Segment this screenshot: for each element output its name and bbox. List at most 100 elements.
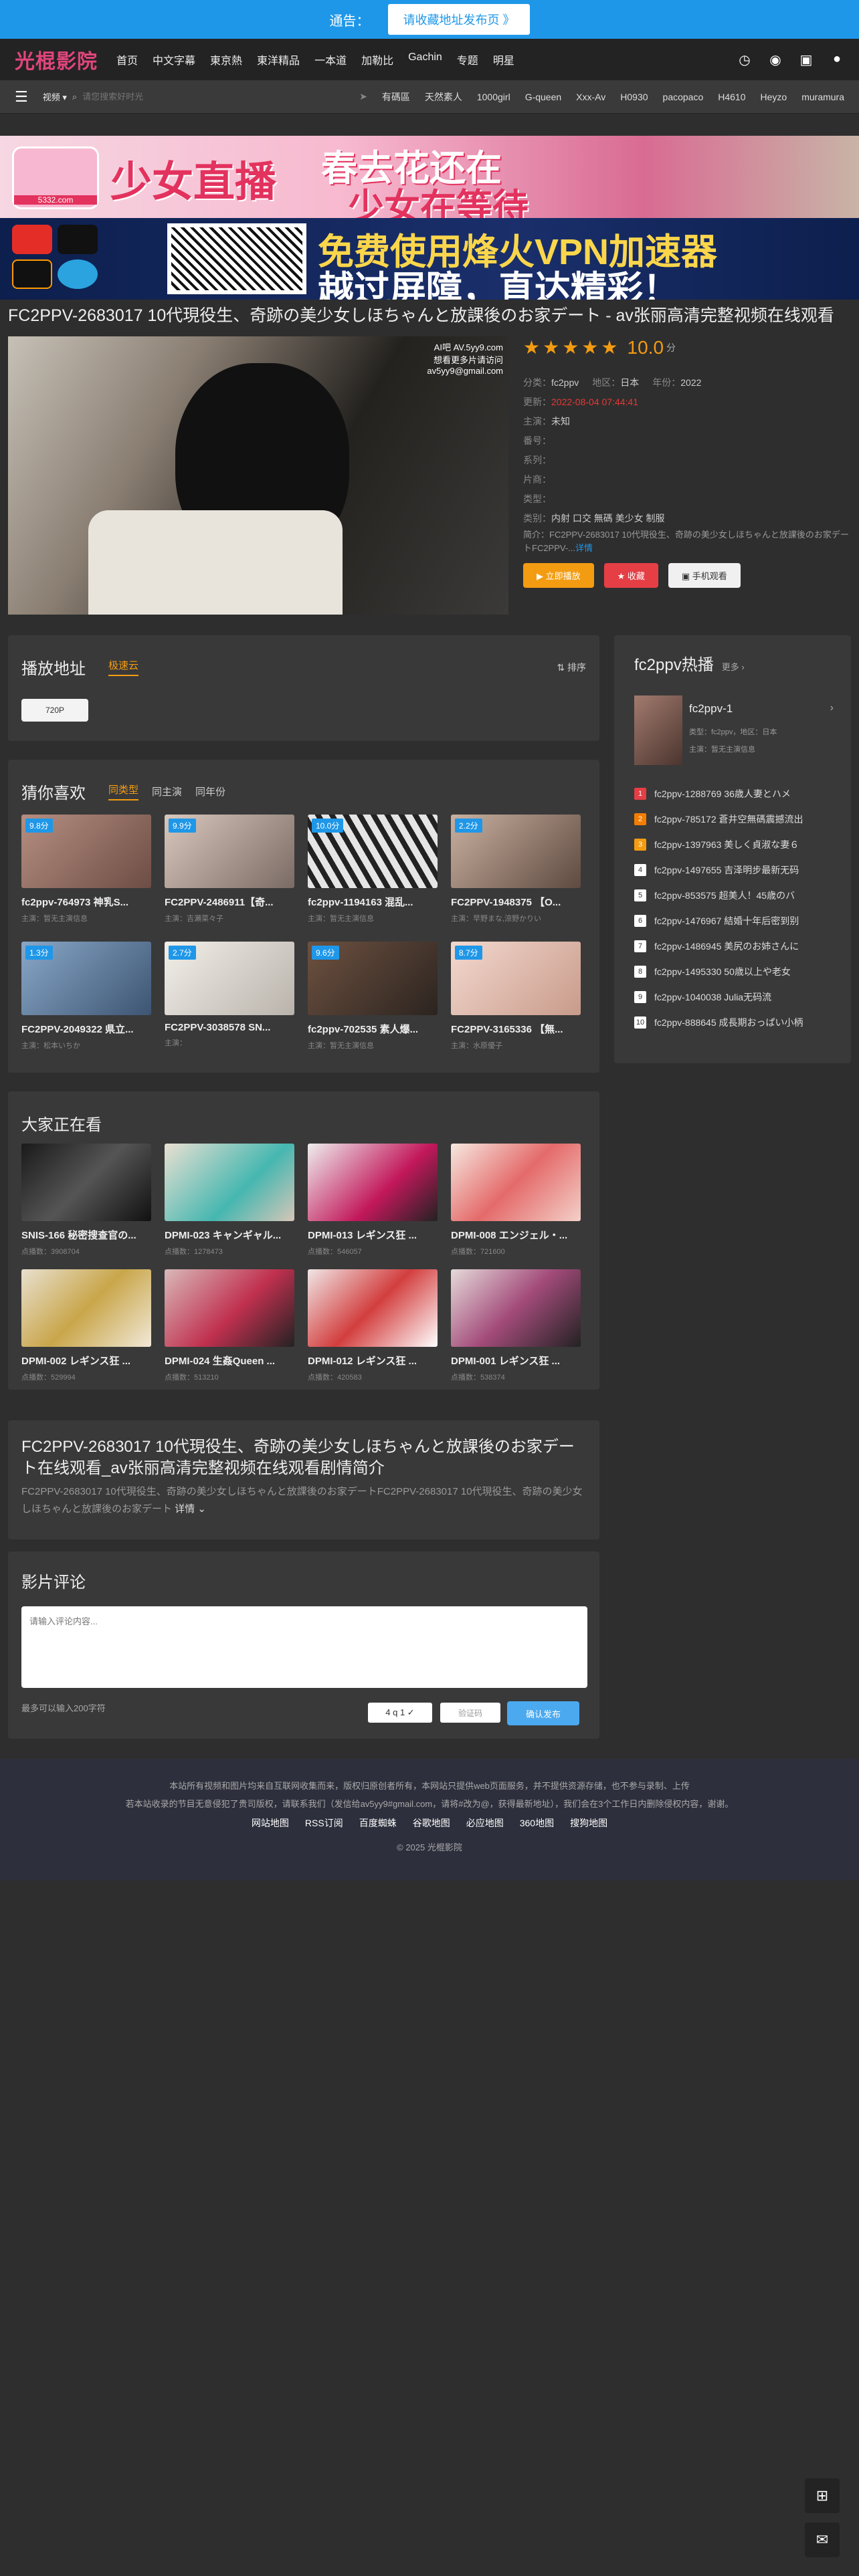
hot-link[interactable]: Xxx-Av [576,92,605,102]
nav-item[interactable]: Gachin [408,51,442,68]
nav-item[interactable]: 明星 [493,51,514,68]
video-thumb[interactable] [21,1144,151,1221]
guess-tab[interactable]: 同主演 [152,784,182,798]
nav-item[interactable]: 中文字幕 [153,51,195,68]
hot-link[interactable]: 有碼區 [382,90,410,104]
site-logo[interactable]: 光棍影院 [15,45,98,74]
chat-icon[interactable]: ✉ [805,2523,840,2557]
video-title[interactable]: FC2PPV-3038578 SN... [165,1022,294,1033]
menu-icon[interactable]: ☰ [15,88,28,106]
comment-input[interactable] [21,1606,587,1688]
nav-item[interactable]: 東京熱 [210,51,242,68]
guess-tab[interactable]: 同年份 [195,784,225,798]
more-link[interactable]: 更多 › [722,660,745,673]
video-thumb[interactable]: 10.0分 [308,815,438,888]
hot-item[interactable]: 3 fc2ppv-1397963 美しく貞淑な妻６ [634,832,835,857]
history-icon[interactable]: ◷ [737,51,752,68]
top-video-thumb[interactable] [634,695,682,765]
year-link[interactable]: 2022 [680,377,701,388]
hot-link[interactable]: Heyzo [761,92,787,102]
video-card[interactable]: 10.0分 fc2ppv-1194163 混乱... 主演：暂无主演信息 [308,815,438,924]
video-card[interactable]: 9.9分 FC2PPV-2486911【奇... 主演：吉瀬菜々子 [165,815,294,924]
footer-link[interactable]: 网站地图 [252,1816,289,1830]
video-thumb[interactable] [451,1144,581,1221]
episode-button[interactable]: 720P [21,699,89,722]
video-thumb[interactable]: 2.7分 [165,942,294,1015]
nav-item[interactable]: 专题 [457,51,478,68]
captcha-input[interactable]: 验证码 [440,1703,500,1723]
hot-link[interactable]: 1000girl [477,92,510,102]
hot-link[interactable]: G-queen [525,92,561,102]
sort-button[interactable]: ⇅ 排序 [557,661,586,674]
video-title[interactable]: FC2PPV-3165336 【無... [451,1022,581,1036]
hot-link[interactable]: pacopaco [663,92,704,102]
video-card[interactable]: DPMI-023 キャンギャル... 点播数：1278473 [165,1144,294,1257]
nav-item[interactable]: 一本道 [314,51,347,68]
video-title[interactable]: FC2PPV-2049322 県立... [21,1022,151,1036]
guess-tab[interactable]: 同类型 [108,782,139,800]
video-poster[interactable]: AI吧 AV.5yy9.com 想看更多片请访问 av5yy9@gmail.com [8,336,508,615]
video-thumb[interactable] [308,1144,438,1221]
video-title[interactable]: DPMI-001 レギンス狂 ... [451,1354,581,1368]
star-icon[interactable]: ★ [581,336,598,358]
video-card[interactable]: 1.3分 FC2PPV-2049322 県立... 主演：松本いちか [21,942,151,1051]
play-button[interactable]: ▶ 立即播放 [523,563,594,588]
video-title[interactable]: DPMI-023 キャンギャル... [165,1228,294,1242]
android-icon[interactable]: ▣ [799,51,814,68]
video-thumb[interactable]: 9.9分 [165,815,294,888]
video-card[interactable]: 2.2分 FC2PPV-1948375 【O... 主演：早野まな,涼野かりい [451,815,581,924]
video-title[interactable]: DPMI-012 レギンス狂 ... [308,1354,438,1368]
footer-link[interactable]: RSS订阅 [305,1816,343,1830]
video-thumb[interactable]: 8.7分 [451,942,581,1015]
video-thumb[interactable] [451,1269,581,1347]
footer-link[interactable]: 360地图 [520,1816,554,1830]
hot-item[interactable]: 5 fc2ppv-853575 超美人！45歳のバ [634,883,835,908]
video-thumb[interactable] [308,1269,438,1347]
windows-icon[interactable]: ⊞ [805,2478,840,2513]
video-title[interactable]: SNIS-166 秘密搜查官の... [21,1228,151,1242]
star-icon[interactable]: ★ [601,336,617,358]
hot-item[interactable]: 8 fc2ppv-1495330 50歳以上や老女 [634,959,835,984]
hot-item[interactable]: 4 fc2ppv-1497655 吉泽明步最新无码 [634,857,835,883]
video-card[interactable]: 9.8分 fc2ppv-764973 神乳S... 主演：暂无主演信息 [21,815,151,924]
video-card[interactable]: DPMI-001 レギンス狂 ... 点播数：538374 [451,1269,581,1382]
category-link[interactable]: fc2ppv [551,377,579,388]
search-type-select[interactable]: 视频 ▾ [43,90,67,103]
region-link[interactable]: 日本 [620,377,639,388]
ad-banner-vpn[interactable]: 免费使用烽火VPN加速器 越过屏障，直达精彩！ [0,218,859,300]
video-title[interactable]: FC2PPV-2486911【奇... [165,895,294,909]
mobile-watch-button[interactable]: ▣ 手机观看 [668,563,741,588]
hot-link[interactable]: H4610 [718,92,745,102]
nav-item[interactable]: 首页 [116,51,138,68]
hot-item[interactable]: 2 fc2ppv-785172 蒼井空無碼震撼流出 [634,807,835,832]
video-title[interactable]: DPMI-024 生姦Queen ... [165,1354,294,1368]
source-tab[interactable]: 极速云 [108,658,139,676]
captcha-image[interactable]: 4 q 1 ✓ [368,1703,432,1723]
video-thumb[interactable]: 9.8分 [21,815,151,888]
video-thumb[interactable] [165,1144,294,1221]
hot-link[interactable]: H0930 [620,92,648,102]
video-thumb[interactable] [165,1269,294,1347]
video-title[interactable]: DPMI-002 レギンス狂 ... [21,1354,151,1368]
video-card[interactable]: 2.7分 FC2PPV-3038578 SN... 主演： [165,942,294,1048]
top-video-title[interactable]: fc2ppv-1 [689,702,733,716]
hot-item[interactable]: 10 fc2ppv-888645 成長期おっぱい小柄 [634,1010,835,1035]
footer-link[interactable]: 必应地图 [466,1816,504,1830]
chevron-right-icon[interactable]: › [830,702,834,714]
video-card[interactable]: SNIS-166 秘密搜查官の... 点播数：3908704 [21,1144,151,1257]
footer-link[interactable]: 百度蜘蛛 [359,1816,397,1830]
intro-more-link[interactable]: 详情 [575,543,593,553]
hot-item[interactable]: 6 fc2ppv-1476967 結婚十年后密到别 [634,908,835,934]
video-card[interactable]: DPMI-012 レギンス狂 ... 点播数：420583 [308,1269,438,1382]
genre-tags[interactable]: 内射 口交 無碼 美少女 制服 [551,513,665,524]
video-card[interactable]: 8.7分 FC2PPV-3165336 【無... 主演：水原優子 [451,942,581,1051]
video-card[interactable]: DPMI-002 レギンス狂 ... 点播数：529994 [21,1269,151,1382]
video-thumb[interactable]: 2.2分 [451,815,581,888]
video-thumb[interactable] [21,1269,151,1347]
star-icon[interactable]: ★ [523,336,540,358]
hot-item[interactable]: 9 fc2ppv-1040038 Julia无码流 [634,984,835,1010]
footer-link[interactable]: 搜狗地图 [570,1816,607,1830]
footer-link[interactable]: 谷歌地图 [413,1816,450,1830]
ad-banner-live[interactable]: 5332.com 少女直播 春去花还在 少女在等待 [0,136,859,218]
summary-more-link[interactable]: 详情 ⌄ [175,1503,206,1515]
